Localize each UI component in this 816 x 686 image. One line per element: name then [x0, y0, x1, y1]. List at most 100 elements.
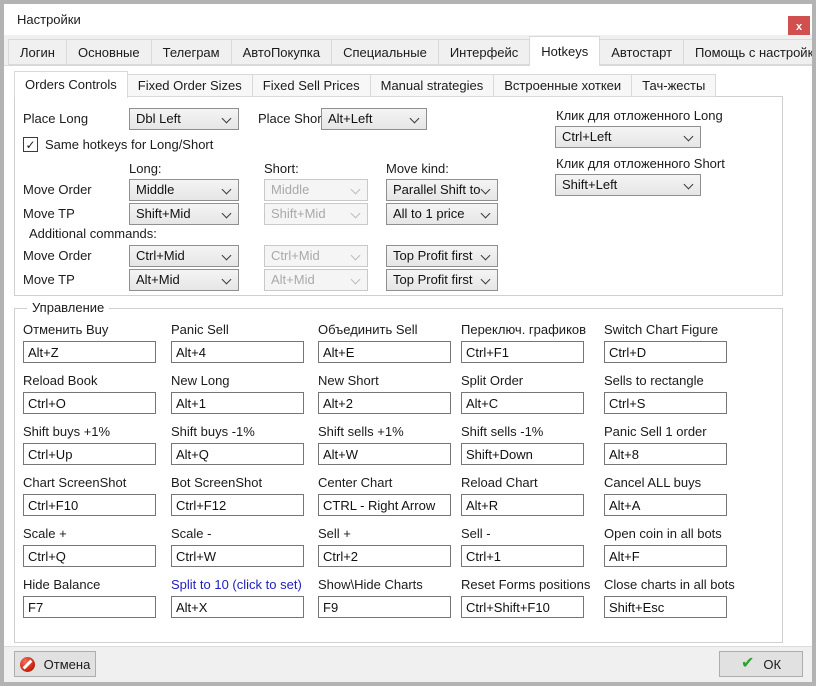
hotkey-input[interactable] — [23, 443, 156, 465]
place-short-value: Alt+Left — [328, 111, 372, 126]
hotkey-label: Переключ. графиков — [461, 322, 604, 337]
move-tp2-short-combo: Alt+Mid — [264, 269, 368, 291]
hotkey-split-order: Split Order — [461, 373, 604, 414]
hotkey-input[interactable] — [171, 443, 304, 465]
hotkey-input[interactable] — [318, 596, 451, 618]
pending-short-combo[interactable]: Shift+Left — [555, 174, 701, 196]
move-tp2-long-value: Alt+Mid — [136, 272, 180, 287]
hotkey-input[interactable] — [23, 341, 156, 363]
hotkey-input[interactable] — [604, 545, 727, 567]
hotkey-label: Shift sells +1% — [318, 424, 461, 439]
hotkey-input[interactable] — [318, 494, 451, 516]
hotkey-input[interactable] — [23, 494, 156, 516]
hotkey-input[interactable] — [23, 596, 156, 618]
hotkey-input[interactable] — [171, 596, 304, 618]
move-tp-long-value: Shift+Mid — [136, 206, 191, 221]
hotkey-input[interactable] — [604, 596, 727, 618]
check-icon: ✔ — [741, 656, 754, 672]
hotkey-switch-charts: Переключ. графиков — [461, 322, 604, 363]
hotkey-input[interactable] — [318, 392, 451, 414]
move-tp2-long-combo[interactable]: Alt+Mid — [129, 269, 239, 291]
hotkey-input[interactable] — [461, 494, 584, 516]
tab-fixed-sell-prices[interactable]: Fixed Sell Prices — [252, 74, 371, 97]
place-long-combo[interactable]: Dbl Left — [129, 108, 239, 130]
hotkey-scale-plus: Scale + — [23, 526, 171, 567]
tab-fixed-order-sizes[interactable]: Fixed Order Sizes — [127, 74, 253, 97]
hotkey-input[interactable] — [171, 392, 304, 414]
hotkey-input[interactable] — [171, 545, 304, 567]
tab-login[interactable]: Логин — [8, 39, 67, 65]
hotkey-input[interactable] — [318, 545, 451, 567]
hotkey-label: Cancel ALL buys — [604, 475, 778, 490]
tab-manual-strategies[interactable]: Manual strategies — [370, 74, 495, 97]
tab-autobuy[interactable]: АвтоПокупка — [231, 39, 332, 65]
hotkey-sell-plus: Sell + — [318, 526, 461, 567]
tab-touch-gestures[interactable]: Тач-жесты — [631, 74, 716, 97]
move-order-kind-combo[interactable]: Parallel Shift to — [386, 179, 498, 201]
hotkey-merge-sell: Объединить Sell — [318, 322, 461, 363]
tab-autostart[interactable]: Автостарт — [599, 39, 684, 65]
hotkey-sell-minus: Sell - — [461, 526, 604, 567]
hotkey-input[interactable] — [604, 443, 727, 465]
pending-long-combo[interactable]: Ctrl+Left — [555, 126, 701, 148]
hotkey-reload-chart: Reload Chart — [461, 475, 604, 516]
chevron-down-icon — [351, 251, 361, 261]
hotkey-split-to-10-link[interactable]: Split to 10 (click to set) — [171, 577, 318, 592]
hotkey-label: Reload Book — [23, 373, 171, 388]
hotkeys-sub-tab-strip: Orders Controls Fixed Order Sizes Fixed … — [14, 70, 715, 97]
hotkey-input[interactable] — [461, 392, 584, 414]
hotkey-input[interactable] — [461, 341, 584, 363]
hotkey-input[interactable] — [171, 494, 304, 516]
move-tp-long-combo[interactable]: Shift+Mid — [129, 203, 239, 225]
same-hotkeys-checkbox[interactable]: ✓ — [23, 137, 38, 152]
hotkey-sells-to-rectangle: Sells to rectangle — [604, 373, 778, 414]
hotkey-shift-sells-up: Shift sells +1% — [318, 424, 461, 465]
hotkey-show-hide-charts: Show\Hide Charts — [318, 577, 461, 618]
hotkey-input[interactable] — [23, 392, 156, 414]
hotkey-label: Show\Hide Charts — [318, 577, 461, 592]
hotkey-input[interactable] — [171, 341, 304, 363]
chevron-down-icon — [684, 132, 694, 142]
hotkey-label: Panic Sell — [171, 322, 318, 337]
hotkey-hide-balance: Hide Balance — [23, 577, 171, 618]
hotkey-label: Hide Balance — [23, 577, 171, 592]
move-order-long-value: Middle — [136, 182, 174, 197]
move-order2-long-combo[interactable]: Ctrl+Mid — [129, 245, 239, 267]
place-long-label: Place Long — [23, 111, 88, 127]
hotkey-input[interactable] — [461, 545, 584, 567]
chevron-down-icon — [222, 114, 232, 124]
hotkey-input[interactable] — [318, 341, 451, 363]
hotkey-input[interactable] — [604, 341, 727, 363]
hotkey-input[interactable] — [461, 596, 584, 618]
move-order-long-combo[interactable]: Middle — [129, 179, 239, 201]
move-tp-kind-combo[interactable]: All to 1 price — [386, 203, 498, 225]
hotkey-input[interactable] — [604, 392, 727, 414]
move-tp-kind-value: All to 1 price — [393, 206, 465, 221]
move-tp2-kind-combo[interactable]: Top Profit first — [386, 269, 498, 291]
tab-builtin-hotkeys[interactable]: Встроенные хоткеи — [493, 74, 632, 97]
chevron-down-icon — [351, 275, 361, 285]
hotkey-input[interactable] — [461, 443, 584, 465]
hotkey-input[interactable] — [318, 443, 451, 465]
tab-general[interactable]: Основные — [66, 39, 152, 65]
tab-hotkeys[interactable]: Hotkeys — [529, 36, 600, 66]
hotkey-input[interactable] — [23, 545, 156, 567]
tab-orders-controls[interactable]: Orders Controls — [14, 71, 128, 98]
place-short-combo[interactable]: Alt+Left — [321, 108, 427, 130]
hotkey-scale-minus: Scale - — [171, 526, 318, 567]
move-tp2-label: Move TP — [23, 272, 75, 288]
same-hotkeys-label: Same hotkeys for Long/Short — [45, 137, 213, 153]
hotkey-chart-screenshot: Chart ScreenShot — [23, 475, 171, 516]
hotkey-label: Отменить Buy — [23, 322, 171, 337]
tab-telegram[interactable]: Телеграм — [151, 39, 232, 65]
tab-special[interactable]: Специальные — [331, 39, 439, 65]
ok-button[interactable]: ✔ ОК — [719, 651, 803, 677]
title-bar: Настройки x — [4, 4, 812, 35]
cancel-button[interactable]: Отмена — [14, 651, 96, 677]
move-order2-kind-combo[interactable]: Top Profit first — [386, 245, 498, 267]
tab-interface[interactable]: Интерфейс — [438, 39, 530, 65]
hotkey-close-charts-all-bots: Close charts in all bots — [604, 577, 778, 618]
tab-setup-help[interactable]: Помощь с настройкой — [683, 39, 816, 65]
hotkey-input[interactable] — [604, 494, 727, 516]
move-order2-long-value: Ctrl+Mid — [136, 248, 185, 263]
